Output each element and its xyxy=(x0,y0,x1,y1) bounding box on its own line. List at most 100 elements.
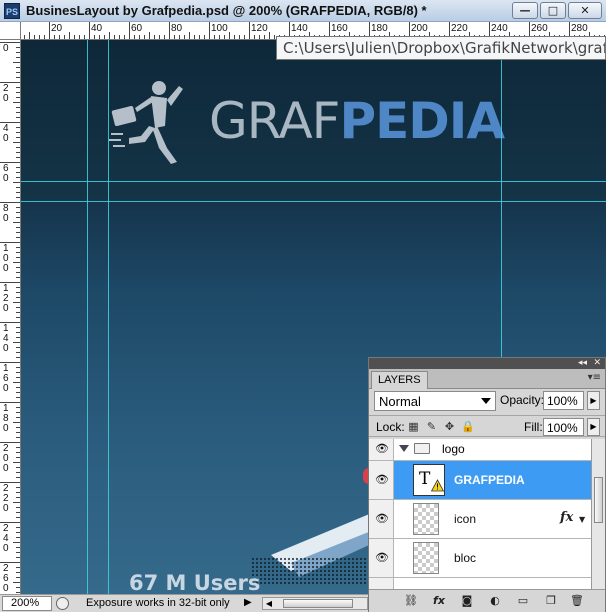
visibility-toggle[interactable] xyxy=(369,578,394,589)
blend-mode-select[interactable]: Normal xyxy=(374,391,496,411)
ruler-tick xyxy=(16,252,20,253)
eye-icon: 👁 xyxy=(375,512,389,525)
visibility-toggle[interactable]: 👁 xyxy=(369,439,394,460)
visibility-toggle[interactable]: 👁 xyxy=(369,461,394,499)
layer-row-bloc[interactable]: 👁 bloc xyxy=(369,539,591,578)
trash-icon[interactable]: 🗑 xyxy=(569,594,585,608)
ruler-tick xyxy=(244,35,245,39)
opacity-slider-button[interactable]: ▶ xyxy=(587,391,600,410)
ruler-label: 80 xyxy=(171,23,183,34)
ruler-tick xyxy=(64,35,65,39)
effects-expand-icon[interactable]: ▼ xyxy=(579,515,585,524)
panel-menu-icon[interactable]: ▾≡ xyxy=(588,372,601,383)
ruler-tick xyxy=(16,137,20,138)
ruler-tick xyxy=(16,332,20,333)
collapse-panel-icon[interactable]: ◂◂ xyxy=(578,358,587,369)
ruler-tick xyxy=(274,35,275,39)
ruler-tick xyxy=(16,147,20,148)
status-menu-arrow-icon[interactable]: ▶ xyxy=(244,597,252,608)
ruler-tick xyxy=(16,592,20,593)
layer-row-icon[interactable]: 👁 icon fx ▼ xyxy=(369,500,591,539)
ruler-tick xyxy=(16,357,20,358)
close-panel-icon[interactable]: ✕ xyxy=(593,358,601,369)
ruler-tick xyxy=(214,35,215,39)
visibility-toggle[interactable]: 👁 xyxy=(369,539,394,577)
scroll-left-icon[interactable]: ◀ xyxy=(263,598,275,609)
ruler-tick xyxy=(16,347,20,348)
ruler-tick xyxy=(16,272,20,273)
ruler-label: 200 xyxy=(411,23,428,34)
expand-triangle-icon[interactable] xyxy=(399,445,409,452)
close-button[interactable]: ✕ xyxy=(568,2,602,19)
maximize-button[interactable]: □ xyxy=(540,2,566,19)
ruler-label: 0 xyxy=(3,43,9,54)
layer-thumbnail xyxy=(413,503,439,535)
ruler-tick xyxy=(189,32,190,39)
ruler-tick xyxy=(16,192,20,193)
ruler-tick xyxy=(159,35,160,39)
ruler-tick xyxy=(264,35,265,39)
ruler-tick xyxy=(16,212,20,213)
ruler-tick xyxy=(16,52,20,53)
ruler-tick xyxy=(129,22,130,39)
ruler-tick xyxy=(13,182,20,183)
ruler-tick xyxy=(74,35,75,39)
scroll-thumb[interactable] xyxy=(283,599,353,608)
ruler-origin[interactable] xyxy=(0,22,21,40)
minimize-button[interactable]: — xyxy=(512,2,538,19)
link-icon[interactable]: ⛓ xyxy=(403,594,419,608)
ruler-tick xyxy=(16,517,20,518)
ruler-tick xyxy=(204,35,205,39)
ruler-tick xyxy=(154,35,155,39)
fx-icon[interactable]: fx xyxy=(431,594,447,608)
ruler-label: 240 xyxy=(3,523,9,554)
status-info-icon[interactable] xyxy=(56,597,69,610)
ruler-tick xyxy=(16,97,20,98)
tab-layers[interactable]: LAYERS xyxy=(371,371,428,389)
layer-row-logo-group[interactable]: 👁 logo xyxy=(369,439,591,461)
mask-icon[interactable]: ◙ xyxy=(459,594,475,608)
lock-all-icon[interactable]: 🔒 xyxy=(461,420,475,433)
guide-vertical[interactable] xyxy=(108,40,109,594)
guide-horizontal[interactable] xyxy=(21,201,606,202)
ruler-tick xyxy=(16,507,20,508)
lock-transparency-icon[interactable]: ▦ xyxy=(407,420,420,433)
layer-row-partial[interactable] xyxy=(369,578,591,589)
ruler-tick xyxy=(16,92,20,93)
chevron-down-icon xyxy=(481,398,491,404)
vertical-ruler[interactable]: 0 20 40 60 80 100 120 140 160 180 200 220 240 260 xyxy=(0,40,21,594)
visibility-toggle[interactable]: 👁 xyxy=(369,500,394,538)
fill-slider-button[interactable]: ▶ xyxy=(587,418,600,436)
fill-input[interactable]: 100% xyxy=(543,418,584,436)
ruler-tick xyxy=(16,377,20,378)
ruler-tick xyxy=(16,217,20,218)
new-layer-icon[interactable]: ❐ xyxy=(543,594,559,608)
guide-vertical[interactable] xyxy=(87,40,88,594)
fill-label: Fill: xyxy=(524,420,543,434)
ruler-tick xyxy=(16,372,20,373)
photoshop-app-icon[interactable]: PS xyxy=(4,3,20,19)
zoom-level-field[interactable]: 200% xyxy=(2,596,52,611)
ruler-tick xyxy=(16,247,20,248)
lock-brush-icon[interactable]: ✎ xyxy=(425,420,438,433)
lock-move-icon[interactable]: ✥ xyxy=(443,420,456,433)
users-count-text: 67 M Users xyxy=(129,571,261,594)
ruler-tick xyxy=(54,35,55,39)
ruler-tick xyxy=(69,32,70,39)
ruler-tick xyxy=(16,292,20,293)
scroll-thumb[interactable] xyxy=(594,477,603,523)
ruler-tick xyxy=(16,112,20,113)
adjustment-icon[interactable]: ◐ xyxy=(487,594,503,608)
folder-icon[interactable]: ▭ xyxy=(515,594,531,608)
ruler-tick xyxy=(16,457,20,458)
ruler-label: 120 xyxy=(3,283,9,314)
eye-icon: 👁 xyxy=(375,551,389,564)
ruler-label: 180 xyxy=(371,23,388,34)
horizontal-scrollbar[interactable]: ◀ xyxy=(262,597,368,610)
layers-scrollbar[interactable] xyxy=(591,439,605,589)
layer-effects-icon[interactable]: fx xyxy=(560,510,573,525)
opacity-input[interactable]: 100% xyxy=(543,391,584,410)
layer-row-grafpedia[interactable]: 👁 T GRAFPEDIA xyxy=(369,461,591,500)
ruler-tick xyxy=(59,35,60,39)
guide-horizontal[interactable] xyxy=(21,181,606,182)
